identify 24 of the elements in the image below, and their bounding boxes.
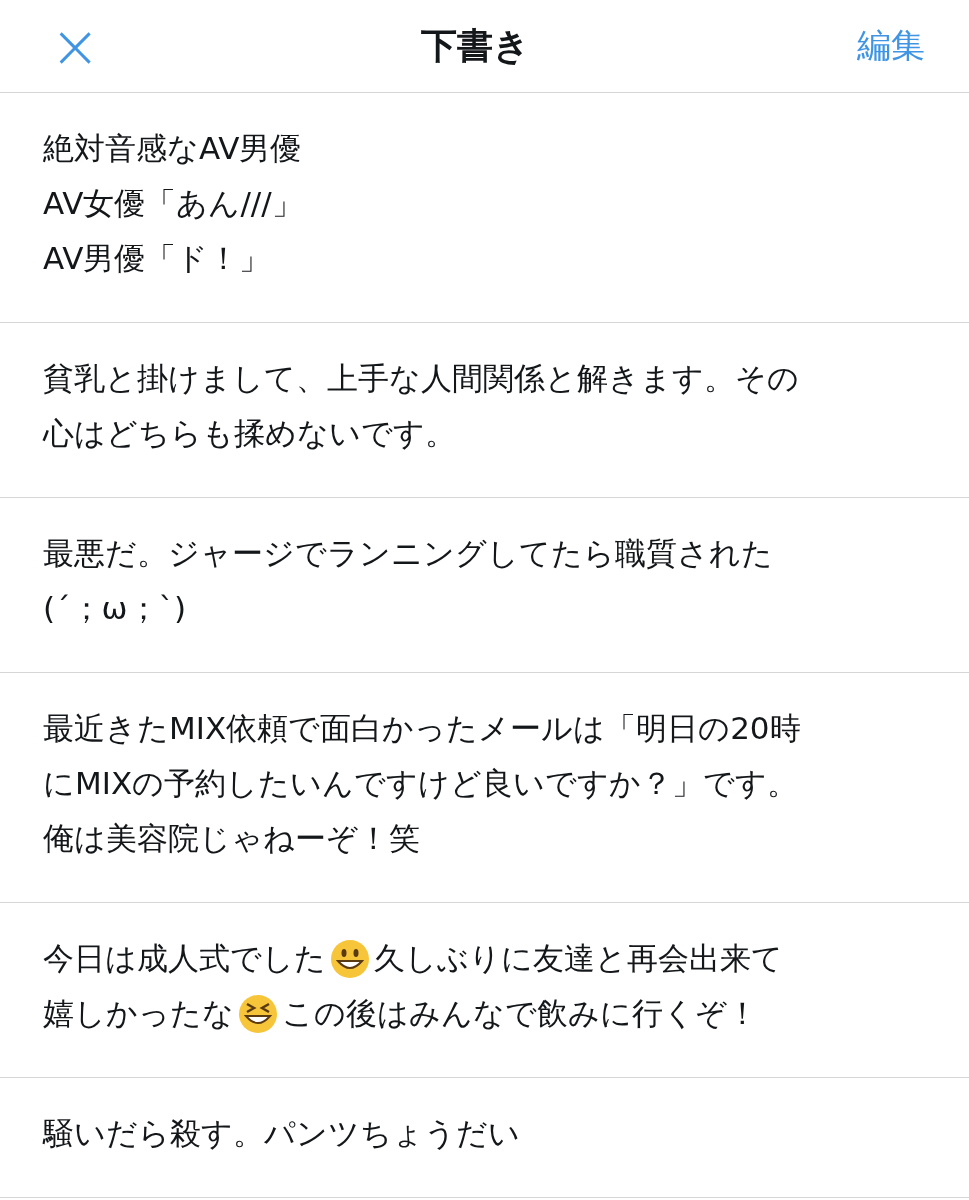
- draft-text: 心はどちらも揉めないです。: [43, 413, 456, 453]
- draft-text: この後はみんなで飲みに行くぞ！: [282, 993, 758, 1033]
- draft-text: 俺は美容院じゃねーぞ！笑: [43, 818, 420, 858]
- draft-text: (´；ω；`): [43, 588, 187, 628]
- draft-text: 最悪だ。ジャージでランニングしてたら職質された: [43, 533, 773, 573]
- draft-text: 久しぶりに友達と再会出来て: [374, 938, 783, 978]
- draft-text: AV女優「あん///」: [43, 183, 303, 223]
- laughing-face-icon: [238, 993, 278, 1034]
- draft-text: 今日は成人式でした: [43, 938, 326, 978]
- page-title: 下書き: [421, 23, 530, 68]
- draft-text: AV男優「ド！」: [43, 238, 271, 278]
- draft-item[interactable]: 貧乳と掛けまして、上手な人間関係と解きます。その 心はどちらも揉めないです。: [0, 323, 969, 498]
- grinning-face-icon: [330, 938, 370, 979]
- draft-item[interactable]: 最近きたMIX依頼で面白かったメールは「明日の20時 にMIXの予約したいんですけど良いですか？」です。 俺は美容院じゃねーぞ！笑: [0, 673, 969, 903]
- draft-item[interactable]: 騒いだら殺す。パンツちょうだい: [0, 1078, 969, 1198]
- draft-item[interactable]: 絶対音感なAV男優 AV女優「あん///」 AV男優「ド！」: [0, 93, 969, 323]
- draft-item[interactable]: 今日は成人式でした 久しぶりに友達と再会出来て 嬉しかったな この後はみんなで飲みに行くぞ！: [0, 903, 969, 1078]
- draft-text: 絶対音感なAV男優: [43, 128, 302, 168]
- draft-text: 最近きたMIX依頼で面白かったメールは「明日の20時: [43, 708, 801, 748]
- draft-text: 嬉しかったな: [43, 993, 234, 1033]
- draft-text: にMIXの予約したいんですけど良いですか？」です。: [43, 763, 799, 803]
- draft-text: 騒いだら殺す。パンツちょうだい: [43, 1113, 520, 1153]
- draft-item[interactable]: 最悪だ。ジャージでランニングしてたら職質された (´；ω；`): [0, 498, 969, 673]
- draft-text: 貧乳と掛けまして、上手な人間関係と解きます。その: [43, 358, 799, 398]
